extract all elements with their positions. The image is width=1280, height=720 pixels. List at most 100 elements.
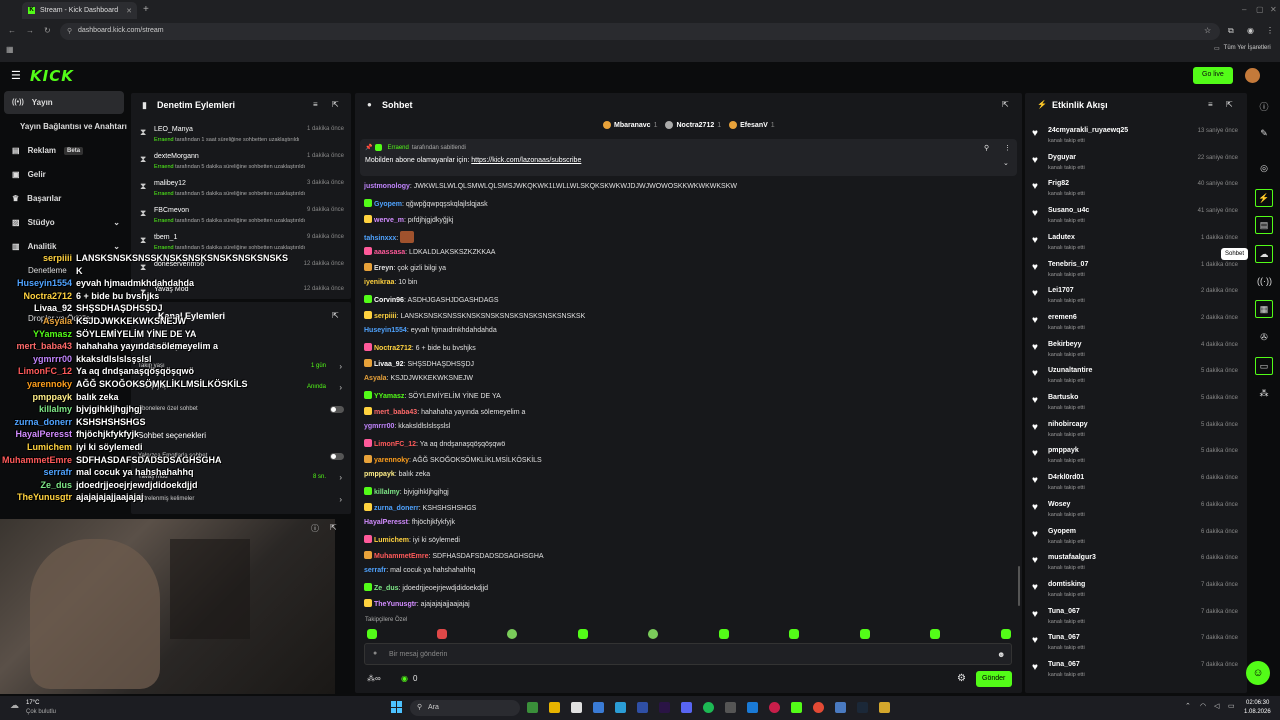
sidebar-item-analytics[interactable]: ▥ Analitik ⌄	[12, 242, 120, 251]
chat-username[interactable]: serrafr	[364, 567, 386, 574]
chat-username[interactable]: Lumichem	[374, 537, 409, 544]
chat-username[interactable]: mert_baba43	[374, 409, 417, 416]
chat-username[interactable]: Asyala	[364, 375, 387, 382]
apps-icon[interactable]: ▦	[6, 45, 14, 54]
chat-username[interactable]: MuhammetEmre	[374, 553, 428, 560]
event-row[interactable]: ♥ Bekirbeyy kanalı takip etti 4 dakika önce	[1032, 341, 1242, 363]
chat-username[interactable]: zurna_donerr	[374, 505, 419, 512]
event-row[interactable]: ♥ D4rkl0rd01 kanalı takip etti 6 dakika önc…	[1032, 474, 1242, 496]
users-icon[interactable]: ⁂	[1257, 388, 1271, 402]
emote-icon[interactable]	[1001, 629, 1011, 639]
close-window-icon[interactable]: ✕	[1270, 5, 1277, 14]
back-icon[interactable]: ←	[8, 26, 16, 35]
toggle-switch[interactable]	[330, 406, 344, 413]
event-row[interactable]: ♥ Wosey kanalı takip etti 6 dakika önce	[1032, 501, 1242, 523]
chat-username[interactable]: Ze_dus	[374, 585, 399, 592]
mod-action-row[interactable]: ⧗ malibey12 Erraend tarafından 5 dakika sü…	[138, 180, 348, 202]
chat-username[interactable]: YYamasz	[374, 393, 404, 400]
event-row[interactable]: ♥ Lei1707 kanalı takip etti 2 dakika önce	[1032, 287, 1242, 309]
filter-icon[interactable]: ≡	[1208, 100, 1213, 109]
notepad-icon[interactable]	[571, 702, 582, 713]
app-icon[interactable]	[725, 702, 736, 713]
event-row[interactable]: ♥ nihobircapy kanalı takip etti 5 dakika ön…	[1032, 421, 1242, 443]
event-row[interactable]: ♥ Susano_u4c kanalı takip etti 41 saniye ön…	[1032, 207, 1242, 229]
wifi-icon[interactable]: ◠	[1200, 702, 1206, 710]
emote-icon[interactable]	[719, 629, 729, 639]
event-row[interactable]: ♥ Tuna_067 kanalı takip etti 7 dakika önce	[1032, 661, 1242, 683]
chat-username[interactable]: pmppayk	[364, 471, 395, 478]
emote-icon[interactable]	[437, 629, 447, 639]
popout-icon[interactable]: ⇱	[332, 100, 339, 109]
wrench-icon[interactable]: ✇	[1257, 332, 1271, 346]
toggle-switch[interactable]	[330, 453, 344, 460]
event-row[interactable]: ♥ Tenebris_07 kanalı takip etti 1 dakika ön…	[1032, 261, 1242, 283]
more-options-icon[interactable]: ⋮	[1004, 144, 1011, 152]
app2-icon[interactable]	[835, 702, 846, 713]
popout-icon[interactable]: ⇱	[1226, 100, 1233, 109]
help-chat-icon[interactable]: ☺	[1246, 661, 1270, 685]
xbox-icon[interactable]	[527, 702, 538, 713]
document-icon[interactable]: ▤	[1255, 216, 1273, 234]
address-bar[interactable]: dashboard.kick.com/stream	[60, 23, 1220, 40]
filter-icon[interactable]: ≡	[313, 100, 318, 109]
chat-username[interactable]: killalmy	[374, 489, 400, 496]
battery-icon[interactable]: ▭	[1228, 702, 1235, 710]
event-row[interactable]: ♥ eremen6 kanalı takip etti 2 dakika önce	[1032, 314, 1242, 336]
sidebar-item-studio[interactable]: ▨ Stüdyo ⌄	[12, 218, 120, 227]
chat-toggle-icon[interactable]: ☁	[1255, 245, 1273, 263]
event-row[interactable]: ♥ Ladutex kanalı takip etti 1 dakika önce	[1032, 234, 1242, 256]
emote-icon[interactable]	[648, 629, 658, 639]
mod-panel-toggle-icon[interactable]: ▦	[1255, 300, 1273, 318]
broadcast-icon[interactable]: ((·))	[1257, 276, 1272, 290]
go-live-button[interactable]: Go live	[1193, 67, 1233, 84]
browser-tab[interactable]: K Stream - Kick Dashboard ✕	[22, 2, 137, 19]
sidebar-item-ads[interactable]: ▤ Reklam Beta	[12, 146, 84, 155]
kick-logo[interactable]: KICK	[30, 67, 74, 85]
premiere-icon[interactable]	[659, 702, 670, 713]
emoji-icon[interactable]: ☻	[997, 650, 1005, 659]
edge-icon[interactable]	[615, 702, 626, 713]
chat-scrollbar[interactable]	[1018, 566, 1020, 606]
connections-icon[interactable]: ⁂∞	[367, 674, 381, 683]
chat-username[interactable]: Corvin96	[374, 297, 404, 304]
emote-icon[interactable]	[578, 629, 588, 639]
chat-username[interactable]: serpiiii	[374, 313, 397, 320]
unpin-icon[interactable]: ⚲	[984, 144, 989, 152]
event-row[interactable]: ♥ pmppayk kanalı takip etti 5 dakika önce	[1032, 447, 1242, 469]
chat-username[interactable]: Gyopem	[374, 201, 402, 208]
photos-icon[interactable]	[747, 702, 758, 713]
volume-icon[interactable]: ◁	[1214, 702, 1219, 710]
chat-username[interactable]: ygmrrr00	[364, 423, 394, 430]
store-icon[interactable]	[593, 702, 604, 713]
pinned-link[interactable]: https://kick.com/lazonaas/subscribe	[471, 157, 581, 164]
emote-icon[interactable]	[507, 629, 517, 639]
mod-action-row[interactable]: ⧗ LEO_Manya Erraend tarafından 1 saat süre…	[138, 126, 348, 148]
chat-username[interactable]: Ereyn	[374, 265, 393, 272]
emote-icon[interactable]	[860, 629, 870, 639]
minimize-icon[interactable]: –	[1242, 5, 1246, 14]
chat-username[interactable]: Huseyin1554	[364, 327, 407, 334]
sidebar-item-stream[interactable]: ((•)) Yayın	[12, 98, 53, 107]
quick-action-icon[interactable]: ⚡	[1255, 189, 1273, 207]
emote-icon[interactable]	[930, 629, 940, 639]
sidebar-item-achievements[interactable]: ♛ Başarılar	[12, 194, 61, 203]
new-tab-icon[interactable]: +	[143, 4, 149, 15]
steam-icon[interactable]	[857, 702, 868, 713]
info-icon[interactable]: ⓘ	[1257, 100, 1271, 114]
app3-icon[interactable]	[879, 702, 890, 713]
kick-app-icon[interactable]	[791, 702, 802, 713]
event-row[interactable]: ♥ Tuna_067 kanalı takip etti 7 dakika önce	[1032, 608, 1242, 630]
channel-points[interactable]: ◉ 0	[401, 674, 417, 683]
site-info-icon[interactable]: ⚲	[67, 27, 72, 35]
close-tab-icon[interactable]: ✕	[126, 7, 132, 15]
event-row[interactable]: ♥ Bartusko kanalı takip etti 5 dakika önce	[1032, 394, 1242, 416]
obs-icon[interactable]	[769, 702, 780, 713]
chat-username[interactable]: iyenikraa	[364, 279, 394, 286]
popout-icon[interactable]: ⇱	[330, 523, 337, 532]
discord-icon[interactable]	[681, 702, 692, 713]
word-icon[interactable]	[637, 702, 648, 713]
star-icon[interactable]: ☆	[1204, 26, 1211, 35]
chevron-down-icon[interactable]: ⌄	[1003, 159, 1009, 167]
event-row[interactable]: ♥ domtisking kanalı takip etti 7 dakika önc…	[1032, 581, 1242, 603]
window-icon[interactable]: ▭	[1255, 357, 1273, 375]
